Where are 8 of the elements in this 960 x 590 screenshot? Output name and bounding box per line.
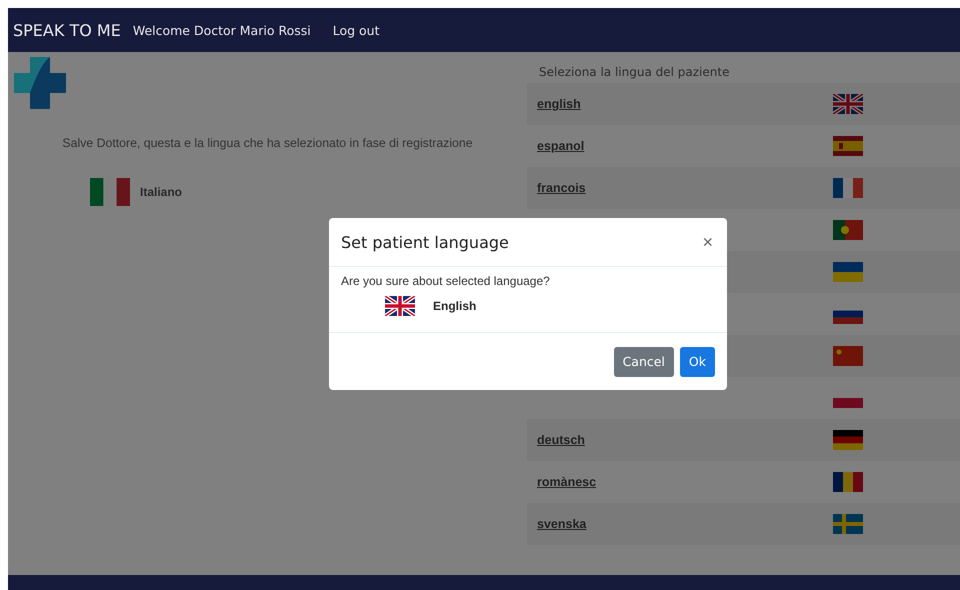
registration-message: Salve Dottore, questa e la lingua che ha selezionato in fase di registrazione [61,136,474,150]
list-title: Seleziona la lingua del paziente [538,65,730,81]
registered-language: Italiano [140,185,182,199]
dialog-question: Are you sure about selected language? [341,274,551,288]
brand-title: SPEAK TO ME [13,20,121,40]
dialog-title: Set patient language [341,232,509,252]
welcome-text: Welcome Doctor Mario Rossi [132,22,311,38]
selected-language: English [433,299,476,313]
